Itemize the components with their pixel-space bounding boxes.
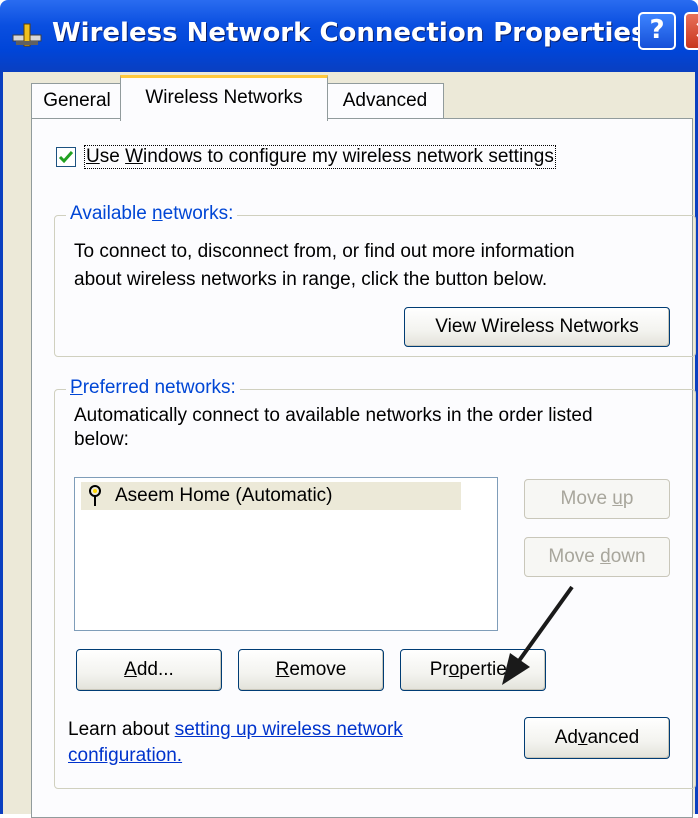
move-down-button[interactable]: Move down	[524, 537, 670, 577]
preferred-networks-list[interactable]: Aseem Home (Automatic)	[74, 477, 498, 631]
use-windows-checkbox[interactable]	[56, 147, 76, 167]
remove-button[interactable]: Remove	[238, 649, 384, 691]
learn-about-line1: Learn about setting up wireless network	[68, 719, 403, 740]
window-title: Wireless Network Connection Properties	[52, 18, 647, 48]
network-name: Aseem Home (Automatic)	[115, 485, 333, 506]
move-up-button[interactable]: Move up	[524, 479, 670, 519]
advanced-button[interactable]: Advanced	[524, 717, 670, 759]
tab-page-wireless-networks: Use Windows to configure my wireless net…	[31, 118, 696, 818]
annotation-arrow-icon	[502, 585, 574, 685]
available-networks-title: Available networks:	[66, 203, 238, 225]
wireless-antenna-icon	[89, 485, 101, 506]
view-wireless-networks-button[interactable]: View Wireless Networks	[404, 307, 670, 347]
available-networks-description-line2: about wireless networks in range, click …	[74, 269, 548, 290]
add-button[interactable]: Add...	[76, 649, 222, 691]
title-bar[interactable]: Wireless Network Connection Properties ?…	[0, 0, 698, 72]
available-networks-description-line1: To connect to, disconnect from, or find …	[74, 241, 575, 262]
preferred-networks-description-line1: Automatically connect to available netwo…	[74, 405, 593, 426]
help-button[interactable]: ?	[638, 12, 676, 50]
learn-more-link[interactable]: setting up wireless network	[175, 719, 403, 740]
preferred-networks-description-line2: below:	[74, 429, 129, 450]
tab-general[interactable]: General	[31, 83, 123, 119]
tab-wireless-networks[interactable]: Wireless Networks	[120, 75, 328, 121]
learn-about-line2: configuration.	[68, 745, 182, 767]
learn-more-link-continued[interactable]: configuration.	[68, 745, 182, 766]
dialog-body: General Wireless Networks Advanced Use W…	[0, 72, 698, 818]
network-connection-icon	[12, 23, 42, 47]
checkmark-icon	[58, 151, 74, 164]
close-button[interactable]: ×	[684, 12, 698, 50]
use-windows-label[interactable]: Use Windows to configure my wireless net…	[84, 145, 556, 169]
list-item[interactable]: Aseem Home (Automatic)	[81, 482, 461, 510]
tab-advanced[interactable]: Advanced	[326, 83, 444, 119]
preferred-networks-title: Preferred networks:	[66, 377, 240, 399]
